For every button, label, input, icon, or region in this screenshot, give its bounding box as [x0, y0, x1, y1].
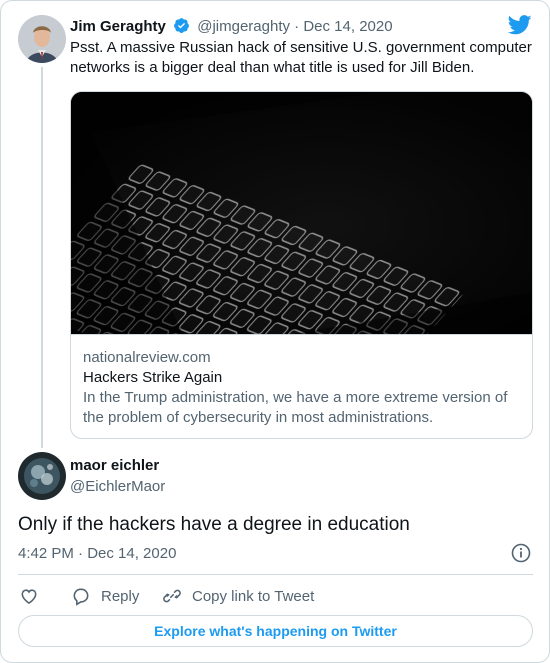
header-separator: · — [294, 18, 300, 35]
heart-icon — [21, 589, 37, 605]
thread-connector-line — [41, 67, 43, 448]
link-preview-meta: nationalreview.com Hackers Strike Again … — [71, 334, 532, 438]
author-name[interactable]: Jim Geraghty — [70, 18, 166, 35]
link-icon — [163, 589, 181, 603]
reply-bubble-icon — [73, 588, 89, 606]
tweet-header: Jim Geraghty @jimgeraghty · Dec 14, 2020 — [70, 17, 393, 38]
reply-author-name[interactable]: maor eichler — [70, 457, 159, 474]
tweet-text: Psst. A massive Russian hack of sensitiv… — [70, 39, 532, 76]
link-description: In the Trump administration, we have a m… — [83, 389, 508, 426]
link-domain: nationalreview.com — [83, 349, 211, 366]
link-preview-card[interactable]: nationalreview.com Hackers Strike Again … — [70, 91, 533, 439]
tweet-date[interactable]: Dec 14, 2020 — [303, 18, 392, 35]
reply-timestamp[interactable]: 4:42 PM · Dec 14, 2020 — [18, 545, 176, 562]
twitter-bird-icon[interactable] — [507, 15, 532, 40]
verified-badge-icon — [173, 17, 190, 38]
reply-text: Only if the hackers have a degree in edu… — [18, 514, 410, 535]
author-avatar[interactable] — [18, 15, 66, 63]
reply-button[interactable]: Reply — [71, 585, 139, 607]
copy-link-button[interactable]: Copy link to Tweet — [162, 585, 314, 607]
reply-author-handle[interactable]: @EichlerMaor — [70, 478, 165, 495]
link-title: Hackers Strike Again — [83, 369, 223, 386]
copy-link-label: Copy link to Tweet — [192, 587, 315, 605]
author-handle[interactable]: @jimgeraghty — [197, 18, 290, 35]
explore-twitter-button[interactable]: Explore what's happening on Twitter — [18, 615, 533, 647]
link-preview-image — [71, 92, 532, 435]
like-button[interactable] — [19, 585, 39, 607]
action-divider — [18, 574, 533, 575]
reply-button-label: Reply — [101, 587, 140, 605]
reply-author-avatar[interactable] — [18, 452, 66, 500]
tweet-embed-card: Jim Geraghty @jimgeraghty · Dec 14, 2020… — [0, 0, 550, 663]
info-icon[interactable] — [511, 543, 531, 568]
